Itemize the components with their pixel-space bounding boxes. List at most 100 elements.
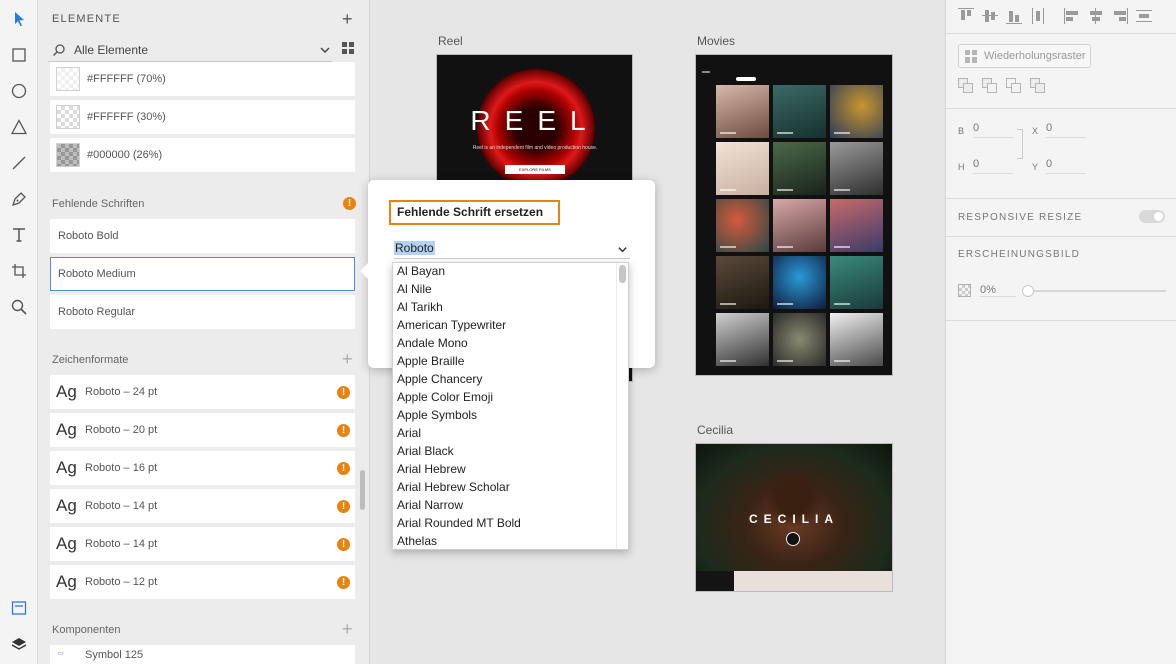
artboard-cecilia[interactable]: CECILIA [695,443,893,592]
boolean-exclude-icon[interactable] [1030,78,1046,94]
char-style-sample: Ag [56,572,77,591]
repeat-grid-button[interactable]: Wiederholungsraster [958,44,1091,68]
movie-tile [773,85,826,138]
warning-icon: ! [343,197,356,210]
color-swatch [56,105,80,129]
movie-tile [830,256,883,309]
missing-font-item[interactable]: Roboto Bold [50,219,355,253]
triangle-icon[interactable] [0,112,38,142]
char-style-label: Roboto – 16 pt [85,462,158,474]
char-styles-title: Zeichenformate [52,354,129,366]
x-input[interactable]: 0 [1046,122,1086,138]
boolean-add-icon[interactable] [958,78,974,94]
char-style-item[interactable]: Ag Roboto – 16 pt ! [50,451,355,485]
component-item[interactable]: ▭ Symbol 125 [50,645,355,664]
font-option[interactable]: Al Nile [393,281,628,299]
assets-scrollbar[interactable] [360,470,365,510]
reel-cta: EXPLORE FILMS [505,165,565,174]
movie-tile [716,85,769,138]
font-option[interactable]: Arial [393,425,628,443]
line-icon[interactable] [0,148,38,178]
font-option[interactable]: Apple Color Emoji [393,389,628,407]
font-option[interactable]: Arial Rounded MT Bold [393,515,628,533]
font-option[interactable]: Arial Narrow [393,497,628,515]
add-component-icon[interactable]: + [342,620,353,638]
assets-icon[interactable] [0,593,38,623]
y-input[interactable]: 0 [1046,158,1086,174]
missing-font-item[interactable]: Roboto Regular [50,295,355,329]
boolean-subtract-icon[interactable] [982,78,998,94]
lock-proportions-icon[interactable] [1017,129,1023,159]
char-style-item[interactable]: Ag Roboto – 12 pt ! [50,565,355,599]
reel-title: REEL [470,105,600,136]
responsive-resize-toggle[interactable] [1139,210,1165,223]
pen-icon[interactable] [0,184,38,214]
align-bottom-icon[interactable] [1006,8,1022,24]
font-option[interactable]: Al Tarikh [393,299,628,317]
font-option[interactable]: Al Bayan [393,263,628,281]
font-option[interactable]: Apple Symbols [393,407,628,425]
color-swatch-row[interactable]: #FFFFFF (70%) [50,62,355,96]
artboard-label-cecilia[interactable]: Cecilia [697,423,733,437]
add-char-style-icon[interactable]: + [342,350,353,368]
missing-font-item[interactable]: Roboto Medium [50,257,355,291]
chevron-down-icon[interactable] [617,244,628,255]
align-center-icon[interactable] [1088,8,1104,24]
artboard-label-movies[interactable]: Movies [697,34,735,48]
x-label: X [1032,126,1039,136]
font-option[interactable]: Athelas [393,533,628,549]
char-style-sample: Ag [56,534,77,553]
char-style-item[interactable]: Ag Roboto – 24 pt ! [50,375,355,409]
artboard-icon[interactable] [0,256,38,286]
opacity-input[interactable]: 0% [980,284,1016,297]
artboard-movies[interactable] [695,54,893,376]
font-option[interactable]: Andale Mono [393,335,628,353]
width-input[interactable]: 0 [973,122,1013,138]
font-option[interactable]: Apple Braille [393,353,628,371]
align-left-icon[interactable] [1064,8,1080,24]
font-option[interactable]: American Typewriter [393,317,628,335]
select-icon[interactable] [0,4,38,34]
opacity-slider-track[interactable] [1028,290,1166,292]
ellipse-icon[interactable] [0,76,38,106]
char-style-item[interactable]: Ag Roboto – 14 pt ! [50,527,355,561]
artboard-label-reel[interactable]: Reel [438,34,463,48]
align-middle-icon[interactable] [982,8,998,24]
font-option[interactable]: Arial Hebrew Scholar [393,479,628,497]
char-style-item[interactable]: Ag Roboto – 14 pt ! [50,489,355,523]
font-option[interactable]: Arial Hebrew [393,461,628,479]
grid-view-icon[interactable] [342,42,354,54]
color-swatch-row[interactable]: #000000 (26%) [50,138,355,172]
distribute-horizontal-icon[interactable] [1136,8,1152,24]
font-list-scroll-track[interactable] [616,263,628,549]
color-label: #FFFFFF (30%) [87,111,166,123]
popover-title: Fehlende Schrift ersetzen [389,200,560,225]
rectangle-icon[interactable] [0,40,38,70]
font-select-value: Roboto [394,241,435,255]
warning-icon: ! [337,385,350,399]
font-list-scrollbar[interactable] [619,265,626,283]
opacity-slider-thumb[interactable] [1022,285,1034,297]
y-label: Y [1032,162,1039,172]
warning-icon: ! [337,423,350,437]
add-asset-icon[interactable]: + [342,10,353,28]
boolean-intersect-icon[interactable] [1006,78,1022,94]
font-dropdown-list[interactable]: Al Bayan Al Nile Al Tarikh American Type… [392,262,629,550]
font-select[interactable]: Roboto [394,241,630,259]
repeat-grid-label: Wiederholungsraster [984,50,1086,62]
font-option[interactable]: Arial Black [393,443,628,461]
assets-title: ELEMENTE [52,13,121,25]
char-style-sample: Ag [56,496,77,515]
asset-filter[interactable]: Alle Elemente [48,38,332,62]
height-input[interactable]: 0 [973,158,1013,174]
layers-icon[interactable] [0,629,38,659]
distribute-vertical-icon[interactable] [1030,8,1046,24]
zoom-icon[interactable] [0,292,38,322]
color-swatch-row[interactable]: #FFFFFF (30%) [50,100,355,134]
text-icon[interactable] [0,220,38,250]
align-top-icon[interactable] [958,8,974,24]
align-right-icon[interactable] [1112,8,1128,24]
char-style-item[interactable]: Ag Roboto – 20 pt ! [50,413,355,447]
chevron-down-icon[interactable] [318,44,332,56]
font-option[interactable]: Apple Chancery [393,371,628,389]
